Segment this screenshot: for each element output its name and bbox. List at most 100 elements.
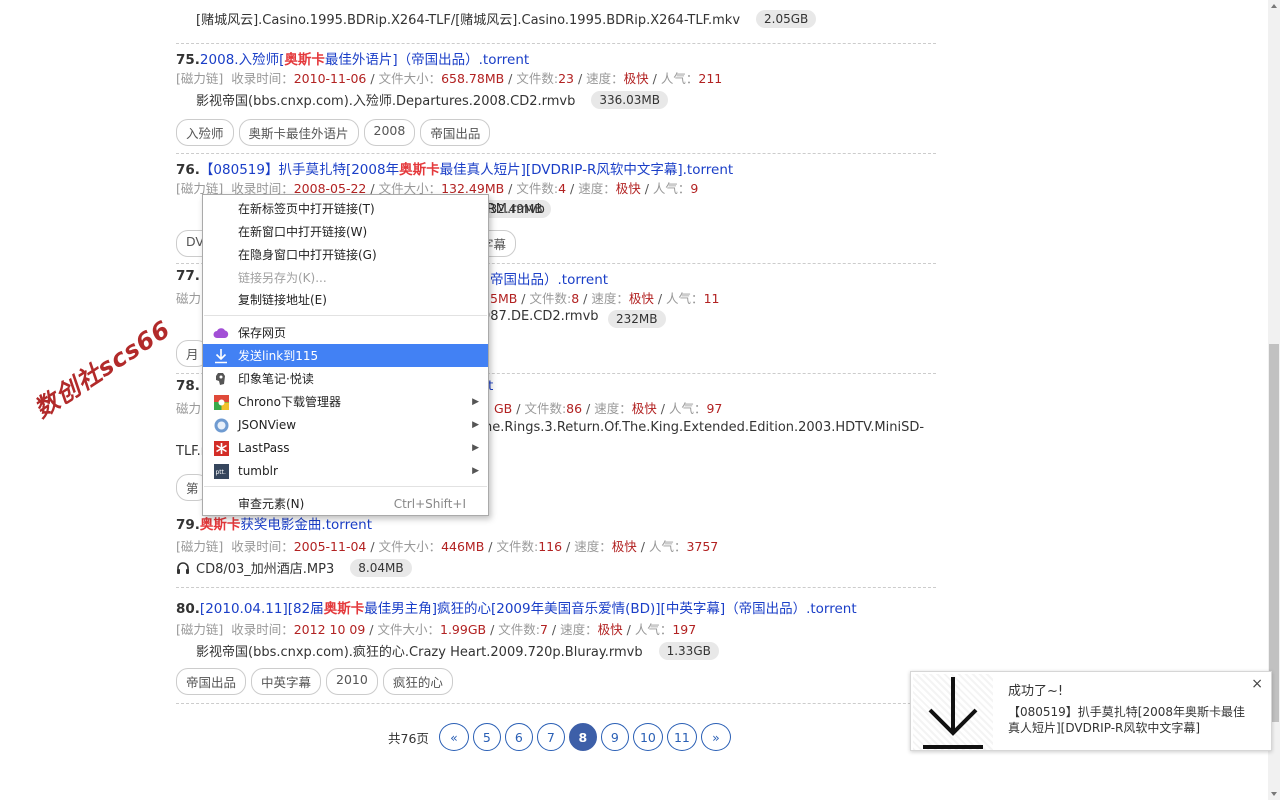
divider [176, 587, 936, 588]
scrollbar-thumb[interactable] [1269, 344, 1279, 722]
file-line: he.Rings.3.Return.Of.The.King.Extended.E… [176, 420, 924, 435]
page-5-button[interactable]: 5 [472, 723, 501, 751]
result-meta: [磁力链] 收录时间：2010-11-06 / 文件大小：658.78MB / … [176, 71, 723, 86]
result-meta: 磁力 GB / 文件数:86 / 速度：极快 / 人气：97 [176, 401, 723, 416]
menu-open-new-window[interactable]: 在新窗口中打开链接(W) [203, 220, 488, 243]
file-size-badge: 8.04MB [350, 558, 412, 577]
result-title: 76.【080519】扒手莫扎特[2008年奥斯卡最佳真人短片][DVDRIP-… [176, 158, 733, 178]
download-icon [213, 348, 229, 364]
magnet-link[interactable]: [磁力链] [176, 622, 223, 637]
page-7-button[interactable]: 7 [536, 723, 565, 751]
page-10-button[interactable]: 10 [632, 723, 663, 751]
watermark: 数创社scs66 [29, 314, 176, 424]
menu-jsonview[interactable]: JSONView ▶ [203, 413, 488, 436]
tag[interactable]: 2010 [326, 668, 378, 695]
next-page-button[interactable]: » [700, 723, 731, 751]
tag[interactable]: 中英字幕 [251, 668, 322, 695]
result-number: 78. [176, 378, 200, 394]
menu-inspect-element[interactable]: 审查元素(N) Ctrl+Shift+I [203, 492, 488, 515]
menu-chrono-download[interactable]: Chrono下载管理器 ▶ [203, 390, 488, 413]
submenu-arrow-icon: ▶ [472, 396, 479, 407]
tag[interactable]: 疯狂的心 [382, 668, 453, 695]
result-title-link[interactable]: 【080519】扒手莫扎特[2008年奥斯卡最佳真人短片][DVDRIP-R风软… [200, 162, 733, 178]
scroll-down-arrow-icon[interactable] [1268, 788, 1280, 800]
toast-title: 成功了~! [1008, 684, 1064, 699]
file-line: 影视帝国(bbs.cnxp.com).入殓师.Departures.2008.C… [176, 90, 668, 109]
download-arrow-icon [923, 677, 983, 749]
tag[interactable]: 入殓师 [176, 119, 234, 146]
file-size-badge: 1.33GB [658, 641, 719, 660]
file-name: he.Rings.3.Return.Of.The.King.Extended.E… [484, 419, 925, 435]
menu-evernote-clearly[interactable]: 印象笔记·悦读 [203, 367, 488, 390]
submenu-arrow-icon: ▶ [472, 465, 479, 476]
page-6-button[interactable]: 6 [504, 723, 533, 751]
result-title: 78. t [176, 378, 493, 394]
result-number: 76. [176, 162, 200, 178]
film-reel-icon [176, 202, 190, 216]
file-name: 影视帝国(bbs.cnxp.com).疯狂的心.Crazy Heart.2009… [196, 645, 643, 660]
result-title-link[interactable]: 奥斯卡获奖电影金曲.torrent [200, 517, 372, 533]
file-name: 影视帝国(bbs.cnxp.com).入殓师.Departures.2008.C… [196, 94, 576, 109]
file-size-badge: 232MB [608, 310, 666, 328]
file-name: [赌城风云].Casino.1995.BDRip.X264-TLF/[赌城风云]… [196, 13, 741, 28]
evernote-icon [213, 371, 229, 387]
divider [176, 703, 936, 704]
toast-icon-box [913, 674, 993, 750]
menu-lastpass[interactable]: LastPass ▶ [203, 436, 488, 459]
jsonview-icon [213, 417, 229, 433]
file-line: [赌城风云].Casino.1995.BDRip.X264-TLF/[赌城风云]… [176, 9, 817, 28]
menu-save-link-as: 链接另存为(K)... [238, 271, 327, 285]
scroll-up-arrow-icon[interactable] [1268, 0, 1280, 12]
tag[interactable]: 奥斯卡最佳外语片 [238, 119, 359, 146]
page-11-button[interactable]: 11 [666, 723, 697, 751]
file-line: CD8/03_加州酒店.MP3 8.04MB [176, 558, 412, 577]
result-number: 80. [176, 601, 200, 617]
result-title: 77. 帝国出品）.torrent [176, 268, 608, 288]
file-size-badge: 336.03MB [591, 90, 668, 109]
film-reel-icon [176, 12, 190, 26]
menu-open-incognito[interactable]: 在隐身窗口中打开链接(G) [203, 243, 488, 266]
page-8-button-current[interactable]: 8 [568, 723, 597, 751]
page-total: 共76页 [388, 730, 429, 746]
result-meta: [磁力链] 收录时间：2005-11-04 / 文件大小：446MB / 文件数… [176, 539, 719, 554]
close-icon[interactable]: × [1251, 676, 1263, 692]
page-9-button[interactable]: 9 [600, 723, 629, 751]
result-title-link[interactable]: 2008.入殓师[奥斯卡最佳外语片]（帝国出品）.torrent [200, 52, 529, 68]
magnet-link[interactable]: [磁力链] [176, 539, 223, 554]
menu-separator [204, 486, 487, 487]
cloud-icon [213, 325, 229, 341]
menu-tumblr[interactable]: ptt. tumblr ▶ [203, 459, 488, 482]
result-title-link[interactable]: [2010.04.11][82届奥斯卡最佳男主角]疯狂的心[2009年美国音乐爱… [200, 601, 857, 617]
menu-send-link-to-115[interactable]: 发送link到115 [203, 344, 488, 367]
menu-shortcut: Ctrl+Shift+I [393, 496, 466, 511]
result-title: 75.2008.入殓师[奥斯卡最佳外语片]（帝国出品）.torrent [176, 48, 529, 68]
context-menu: 在新标签页中打开链接(T) 在新窗口中打开链接(W) 在隐身窗口中打开链接(G)… [202, 194, 489, 516]
result-meta: [磁力链] 收录时间：2012 10 09 / 文件大小：1.99GB / 文件… [176, 622, 697, 637]
prev-page-button[interactable]: « [438, 723, 469, 751]
menu-open-new-tab[interactable]: 在新标签页中打开链接(T) [203, 197, 488, 220]
film-reel-icon [176, 310, 190, 324]
result-meta: 磁力 5MB / 文件数:8 / 速度：极快 / 人气：11 [176, 291, 720, 306]
svg-text:ptt.: ptt. [215, 469, 226, 476]
result-title: 79.奥斯卡获奖电影金曲.torrent [176, 513, 372, 533]
menu-save-page[interactable]: 保存网页 [203, 321, 488, 344]
tag[interactable]: 2008 [363, 119, 416, 146]
tag-list: 帝国出品 中英字幕 2010 疯狂的心 [176, 668, 453, 695]
tumblr-icon: ptt. [213, 463, 229, 479]
result-number: 77. [176, 268, 200, 284]
tag-list: 入殓师 奥斯卡最佳外语片 2008 帝国出品 [176, 119, 491, 146]
menu-separator [204, 315, 487, 316]
file-line: 影视帝国(bbs.cnxp.com).疯狂的心.Crazy Heart.2009… [176, 641, 719, 660]
file-size-wrap: 232MB [608, 310, 666, 328]
tag[interactable]: 帝国出品 [176, 668, 247, 695]
pagination: 共76页 « 5 6 7 8 9 10 11 » [388, 723, 731, 751]
submenu-arrow-icon: ▶ [472, 419, 479, 430]
menu-copy-link-address[interactable]: 复制链接地址(E) [203, 288, 488, 311]
submenu-arrow-icon: ▶ [472, 442, 479, 453]
result-title-link[interactable]: 帝国出品）.torrent [490, 268, 608, 288]
chrono-icon [213, 394, 229, 410]
magnet-link[interactable]: [磁力链] [176, 71, 223, 86]
tag[interactable]: 帝国出品 [420, 119, 491, 146]
divider [176, 43, 936, 44]
film-reel-icon [176, 420, 190, 434]
